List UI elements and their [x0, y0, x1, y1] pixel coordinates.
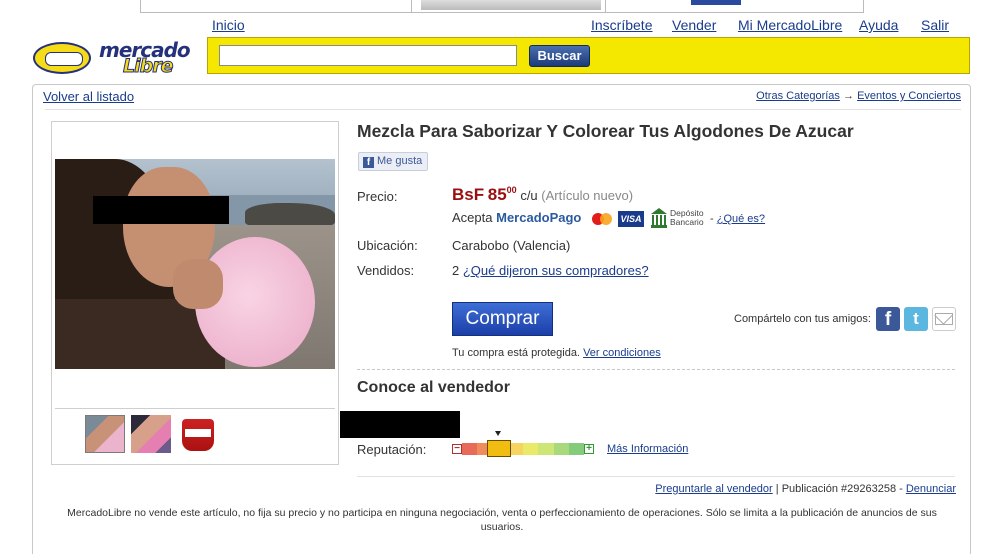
top-nav: Inicio Inscríbete Vender Mi MercadoLibre… — [0, 17, 983, 35]
reputation-segment — [462, 443, 478, 455]
ver-condiciones-link[interactable]: Ver condiciones — [583, 347, 661, 359]
breadcrumb: Otras Categorías → Eventos y Conciertos — [756, 90, 961, 102]
twitter-share-icon[interactable]: t — [904, 307, 928, 331]
redacted-seller-name — [340, 411, 460, 438]
ask-seller-link[interactable]: Preguntarle al vendedor — [655, 483, 772, 495]
location-value: Carabobo (Valencia) — [452, 238, 571, 253]
breadcrumb-link-eventos[interactable]: Eventos y Conciertos — [857, 90, 961, 102]
nav-link-mi-mercadolibre[interactable]: Mi MercadoLibre — [738, 17, 842, 33]
reputation-segment — [568, 443, 584, 455]
sold-count: 2 — [452, 263, 460, 278]
search-button[interactable]: Buscar — [529, 45, 590, 67]
publication-number: | Publicación #29263258 - — [775, 483, 903, 495]
price-amount: 85 — [487, 185, 507, 204]
bank-icon — [651, 208, 667, 228]
sold-value: 2 ¿Qué dijeron sus compradores? — [452, 263, 649, 278]
product-main-photo[interactable] — [55, 159, 335, 369]
breadcrumb-link-otras-categorias[interactable]: Otras Categorías — [756, 90, 840, 102]
legal-disclaimer: MercadoLibre no vende este artículo, no … — [67, 507, 937, 533]
mercadopago-brand: MercadoPago — [496, 210, 582, 225]
plus-icon: + — [584, 444, 594, 454]
banner-divider — [411, 0, 412, 12]
location-label: Ubicación: — [357, 238, 418, 253]
reputation-label: Reputación: — [357, 442, 427, 457]
what-is-it: - ¿Qué es? — [710, 213, 766, 225]
price-cents: 00 — [506, 185, 517, 195]
nav-link-salir[interactable]: Salir — [921, 17, 949, 33]
price-label: Precio: — [357, 189, 398, 204]
logo-word-libre: Libre — [122, 55, 174, 78]
reputation-segment — [553, 443, 569, 455]
handshake-icon — [33, 42, 91, 74]
buyer-feedback-link[interactable]: ¿Qué dijeron sus compradores? — [463, 263, 649, 278]
banner-image — [691, 0, 741, 5]
mercadolibre-logo[interactable]: mercado Libre — [33, 38, 203, 78]
search-bar: Buscar — [207, 37, 970, 74]
nav-link-inscribete[interactable]: Inscríbete — [591, 17, 652, 33]
item-condition: (Artículo nuevo) — [541, 188, 634, 203]
price: BsF 8500 c/u (Artículo nuevo) — [452, 185, 633, 205]
purchase-protection: Tu compra está protegida. Ver condicione… — [452, 347, 661, 359]
banner-image — [421, 0, 601, 10]
divider — [45, 109, 961, 110]
nav-link-inicio[interactable]: Inicio — [212, 17, 245, 33]
price-currency: BsF — [452, 185, 485, 204]
share-label: Compártelo con tus amigos: — [734, 313, 871, 325]
reputation-meter: − + — [452, 440, 594, 457]
payment-methods: Acepta MercadoPago — [452, 210, 581, 225]
nav-link-ayuda[interactable]: Ayuda — [859, 17, 898, 33]
thumbnail-3[interactable] — [178, 415, 218, 453]
divider — [357, 476, 955, 477]
more-info-link[interactable]: Más Información — [607, 443, 688, 455]
footer-links: Preguntarle al vendedor | Publicación #2… — [655, 483, 956, 495]
search-input[interactable] — [219, 45, 517, 66]
minus-icon: − — [452, 444, 462, 454]
price-unit: c/u — [520, 188, 538, 203]
mastercard-icon — [590, 211, 614, 227]
banner-divider — [605, 0, 606, 12]
facebook-like-button[interactable]: f Me gusta — [358, 152, 428, 171]
nav-link-vender[interactable]: Vender — [672, 17, 716, 33]
top-banner-strip — [140, 0, 864, 13]
thumbnail-2[interactable] — [131, 415, 171, 453]
buy-button[interactable]: Comprar — [452, 302, 553, 336]
reputation-segment — [523, 443, 539, 455]
divider — [55, 408, 335, 409]
reputation-segment — [538, 443, 554, 455]
accept-prefix: Acepta — [452, 210, 493, 225]
like-label: Me gusta — [377, 155, 423, 167]
facebook-icon: f — [363, 157, 374, 168]
report-link[interactable]: Denunciar — [906, 483, 956, 495]
reputation-selected-level — [486, 440, 511, 457]
sold-label: Vendidos: — [357, 263, 415, 278]
visa-icon: VISA — [618, 211, 644, 227]
facebook-share-icon[interactable]: f — [876, 307, 900, 331]
seller-heading: Conoce al vendedor — [357, 379, 510, 396]
thumbnail-1[interactable] — [85, 415, 125, 453]
redaction-bar — [93, 196, 229, 224]
reputation-pointer-icon — [495, 431, 501, 436]
back-to-listing-link[interactable]: Volver al listado — [43, 89, 134, 104]
product-title: Mezcla Para Saborizar Y Colorear Tus Alg… — [357, 121, 854, 141]
que-es-link[interactable]: ¿Qué es? — [717, 213, 765, 225]
divider — [357, 369, 955, 370]
email-share-icon[interactable] — [932, 307, 956, 331]
bank-deposit-label: Depósito Bancario — [670, 208, 704, 227]
breadcrumb-arrow-icon: → — [843, 90, 854, 102]
